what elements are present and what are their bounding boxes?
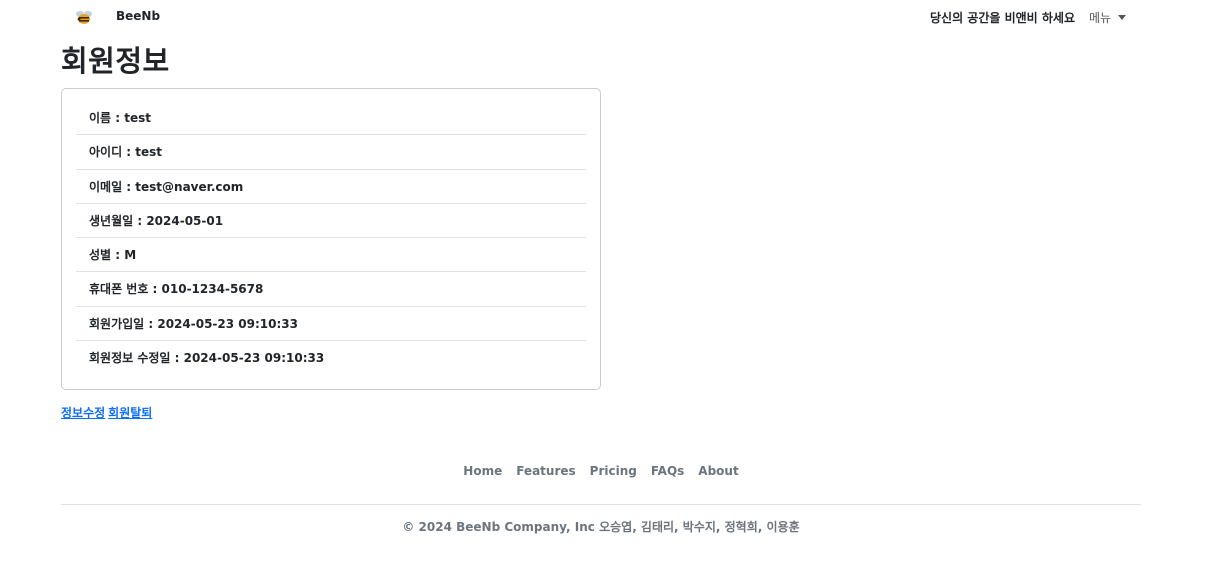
withdraw-link[interactable]: 회원탈퇴: [108, 406, 152, 420]
page-title: 회원정보: [61, 44, 170, 78]
footer-nav: Home Features Pricing FAQs About: [0, 464, 1202, 478]
edit-info-link[interactable]: 정보수정: [61, 406, 105, 420]
info-phone: 휴대폰 번호 : 010-1234-5678: [76, 272, 586, 307]
menu-dropdown[interactable]: 메뉴: [1089, 9, 1127, 26]
member-info-list: 이름 : test 아이디 : test 이메일 : test@naver.co…: [76, 101, 586, 375]
footer-link-about[interactable]: About: [698, 464, 738, 478]
bee-icon[interactable]: [74, 8, 94, 26]
member-actions: 정보수정 회원탈퇴: [61, 404, 155, 421]
info-birthdate: 생년월일 : 2024-05-01: [76, 204, 586, 239]
member-info-card: 이름 : test 아이디 : test 이메일 : test@naver.co…: [61, 88, 601, 390]
footer-link-pricing[interactable]: Pricing: [590, 464, 637, 478]
caret-down-icon: [1118, 15, 1127, 20]
info-join-date: 회원가입일 : 2024-05-23 09:10:33: [76, 307, 586, 342]
header-tagline: 당신의 공간을 비앤비 하세요: [929, 11, 1075, 25]
info-name: 이름 : test: [76, 101, 586, 136]
menu-label: 메뉴: [1089, 11, 1112, 25]
footer-link-faqs[interactable]: FAQs: [651, 464, 684, 478]
info-email: 이메일 : test@naver.com: [76, 170, 586, 204]
info-gender: 성별 : M: [76, 238, 586, 273]
info-user-id: 아이디 : test: [76, 135, 586, 170]
info-modified-date: 회원정보 수정일 : 2024-05-23 09:10:33: [89, 351, 325, 366]
brand-name[interactable]: BeeNb: [116, 9, 160, 23]
footer-divider: [61, 504, 1141, 505]
copyright-text: © 2024 BeeNb Company, Inc 오승엽, 김태리, 박수지,…: [402, 520, 800, 534]
footer-link-features[interactable]: Features: [516, 464, 575, 478]
footer-link-home[interactable]: Home: [463, 464, 502, 478]
top-navbar: BeeNb 당신의 공간을 비앤비 하세요 메뉴: [0, 0, 1212, 34]
